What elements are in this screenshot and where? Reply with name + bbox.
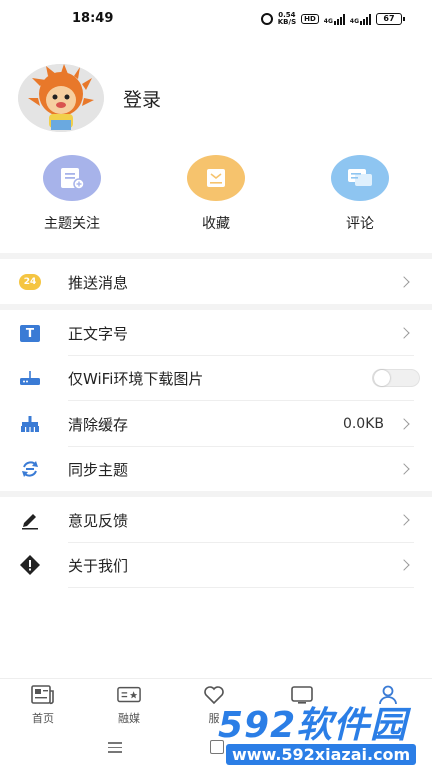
info-diamond-icon: [18, 553, 42, 577]
menu-row-wifi-images[interactable]: 仅WiFi环境下载图片: [0, 355, 432, 401]
wifi-images-label: 仅WiFi环境下载图片: [68, 369, 204, 388]
menu-row-feedback[interactable]: 意见反馈: [0, 497, 432, 543]
signal-bars-icon: [333, 13, 345, 25]
status-icons: 0.54 KB/S HD 4G 4G 67: [260, 11, 405, 26]
menu-row-font-size[interactable]: T 正文字号: [0, 310, 432, 356]
quick-actions: 主题关注 收藏 评论: [0, 155, 432, 235]
battery-icon: 67: [376, 13, 405, 25]
chevron-right-icon: [398, 276, 410, 288]
chevron-right-icon: [398, 463, 410, 475]
watermark: 592软件园 www.592xiazai.com: [200, 694, 430, 768]
bookmark-icon: [187, 155, 245, 201]
profile-header[interactable]: 登录: [18, 64, 161, 132]
push-badge-icon: 24: [18, 270, 42, 294]
watermark-brand: 592软件园: [218, 705, 408, 746]
topic-follow-icon: [43, 155, 101, 201]
push-label: 推送消息: [68, 273, 129, 292]
menu-row-about[interactable]: 关于我们: [0, 542, 432, 588]
nav-item-home[interactable]: 首页: [13, 685, 73, 726]
favorites-button[interactable]: 收藏: [166, 155, 266, 233]
nav-label-home: 首页: [32, 712, 54, 725]
network-type-2: 4G: [349, 17, 359, 25]
favorites-label: 收藏: [202, 216, 230, 232]
nav-item-media[interactable]: 融媒: [99, 685, 159, 726]
sync-topics-label: 同步主题: [68, 460, 129, 479]
chevron-right-icon: [398, 559, 410, 571]
comments-button[interactable]: 评论: [310, 155, 410, 233]
signal-1: 4G: [323, 13, 345, 25]
topic-follow-button[interactable]: 主题关注: [22, 155, 122, 233]
about-label: 关于我们: [68, 556, 129, 575]
chevron-right-icon: [398, 327, 410, 339]
comment-icon: [331, 155, 389, 201]
nav-label-media: 融媒: [118, 712, 140, 725]
chevron-right-icon: [398, 514, 410, 526]
clear-cache-label: 清除缓存: [68, 415, 129, 434]
cache-size-value: 0.0KB: [342, 416, 384, 432]
text-size-icon: T: [18, 321, 42, 345]
comments-label: 评论: [346, 216, 374, 232]
chevron-right-icon: [398, 418, 410, 430]
menu-row-clear-cache[interactable]: 清除缓存 0.0KB: [0, 401, 432, 447]
network-type-1: 4G: [323, 17, 333, 25]
network-speed: 0.54 KB/S: [277, 11, 297, 26]
watermark-url: www.592xiazai.com: [226, 744, 417, 765]
topic-follow-label: 主题关注: [44, 216, 100, 232]
wifi-images-toggle[interactable]: [372, 369, 420, 387]
avatar[interactable]: [18, 64, 104, 132]
font-size-label: 正文字号: [68, 324, 129, 343]
signal-2: 4G: [349, 13, 371, 25]
menu-row-sync-topics[interactable]: 同步主题: [0, 446, 432, 492]
signal-bars-icon: [360, 13, 371, 25]
lion-mascot-icon: [18, 64, 104, 132]
media-icon: [117, 685, 141, 705]
newspaper-icon: [31, 685, 55, 705]
pencil-icon: [18, 508, 42, 532]
login-link[interactable]: 登录: [123, 85, 161, 112]
broom-icon: [18, 412, 42, 436]
row-divider: [68, 587, 414, 588]
feedback-label: 意见反馈: [68, 511, 129, 530]
sync-icon: [18, 457, 42, 481]
menu-row-push[interactable]: 24 推送消息: [0, 259, 432, 305]
hd-badge: HD: [301, 14, 319, 24]
menu-icon[interactable]: [108, 742, 122, 756]
alarm-icon: [260, 13, 273, 25]
status-time: 18:49: [72, 11, 114, 26]
status-bar: 18:49 0.54 KB/S HD 4G 4G 67: [0, 0, 432, 38]
router-icon: [18, 366, 42, 390]
